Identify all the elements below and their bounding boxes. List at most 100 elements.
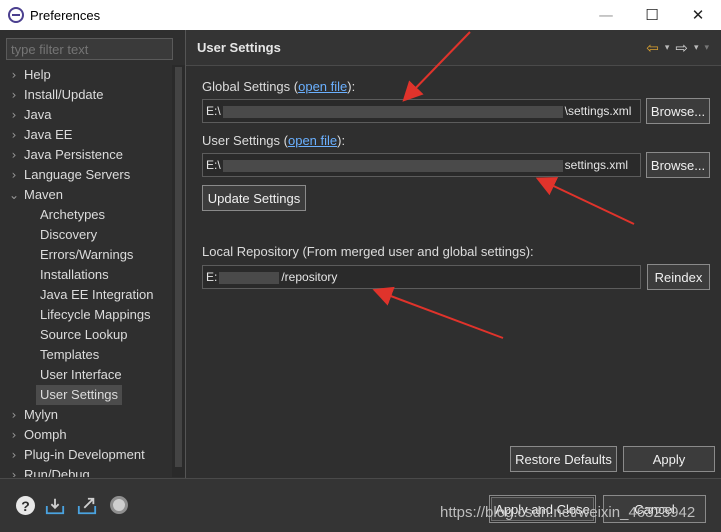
user-path-end: settings.xml (564, 158, 629, 172)
redacted-path (219, 271, 280, 284)
tree-item-label: Discovery (40, 227, 98, 242)
tree-item[interactable]: › Run/Debug (8, 465, 90, 477)
user-open-file-link[interactable]: open file (288, 133, 337, 148)
chevron-right-icon[interactable]: › (8, 445, 20, 465)
tree-item-label: Help (24, 67, 51, 82)
global-settings-label-text: Global Settings ( (202, 79, 299, 94)
forward-arrow-icon[interactable]: ⇨ (675, 39, 688, 57)
page-navigation: ⇦ ▾ ⇨ ▾ ▾ (646, 39, 709, 57)
back-dropdown-icon[interactable]: ▾ (665, 43, 670, 53)
user-settings-label: User Settings (open file): (202, 133, 345, 148)
user-browse-button[interactable]: Browse... (646, 152, 710, 178)
tree-item-label: Source Lookup (40, 327, 128, 342)
update-settings-button[interactable]: Update Settings (202, 185, 306, 211)
chevron-right-icon[interactable]: › (8, 465, 20, 477)
chevron-down-icon[interactable]: ⌄ (8, 185, 20, 205)
tree-item[interactable]: ⌄ Maven (8, 185, 63, 205)
tree-item[interactable]: › Help (8, 65, 51, 85)
global-path-start: E:\ (206, 104, 221, 118)
page-header: User Settings ⇦ ▾ ⇨ ▾ ▾ (186, 30, 721, 66)
tree-scrollbar[interactable] (172, 65, 185, 477)
page-title: User Settings (197, 40, 281, 55)
tree-item-label: Language Servers (24, 167, 131, 182)
tree-item-label: Errors/Warnings (40, 247, 134, 262)
preferences-tree: › Help › Install/Update › Java › Java EE › Java P… (0, 65, 172, 477)
tree-item[interactable]: › Install/Update (8, 85, 104, 105)
window-title: Preferences (30, 7, 101, 23)
redacted-path (222, 159, 563, 172)
redacted-path (222, 105, 563, 118)
tree-item-label: Mylyn (24, 407, 58, 422)
local-repository-field: E: /repository (202, 265, 641, 289)
import-preferences-icon[interactable] (45, 496, 65, 516)
tree-item[interactable]: Java EE Integration (40, 285, 153, 305)
tree-item[interactable]: › Oomph (8, 425, 67, 445)
user-settings-field[interactable]: E:\ settings.xml (202, 153, 641, 177)
tree-item[interactable]: Templates (40, 345, 99, 365)
watermark: https://blog.csdn.net/weixin_46325942 (440, 504, 696, 521)
tree-item[interactable]: Source Lookup (40, 325, 127, 345)
tree-item[interactable]: Archetypes (40, 205, 105, 225)
user-settings-label-suffix: ): (337, 133, 346, 148)
tree-item-label: Java EE Integration (40, 287, 154, 302)
forward-dropdown-icon[interactable]: ▾ (694, 43, 699, 53)
global-browse-button[interactable]: Browse... (646, 98, 710, 124)
tree-item[interactable]: Lifecycle Mappings (40, 305, 151, 325)
tree-item-label: Templates (40, 347, 100, 362)
tree-item[interactable]: › Java EE (8, 125, 73, 145)
tree-item-label: Java (24, 107, 52, 122)
restore-defaults-button[interactable]: Restore Defaults (510, 446, 617, 472)
tree-item[interactable]: Installations (40, 265, 109, 285)
tree-item[interactable]: Errors/Warnings (40, 245, 133, 265)
reindex-button[interactable]: Reindex (647, 264, 710, 290)
apply-button[interactable]: Apply (623, 446, 715, 472)
tree-item[interactable]: Discovery (40, 225, 97, 245)
global-open-file-link[interactable]: open file (298, 79, 347, 94)
record-icon[interactable] (110, 496, 128, 514)
chevron-right-icon[interactable]: › (8, 105, 20, 125)
tree-item[interactable]: › Java (8, 105, 52, 125)
view-menu-icon[interactable]: ▾ (704, 43, 709, 53)
global-settings-label-suffix: ): (347, 79, 356, 94)
tree-item-label: Java Persistence (24, 147, 123, 162)
eclipse-app-icon (8, 7, 24, 23)
tree-item-label: Oomph (24, 427, 67, 442)
scrollbar-thumb[interactable] (175, 67, 182, 467)
help-icon[interactable]: ? (16, 496, 35, 515)
export-preferences-icon[interactable] (77, 496, 97, 516)
tree-item[interactable]: › Language Servers (8, 165, 131, 185)
tree-item-label: Installations (40, 267, 109, 282)
global-settings-field[interactable]: E:\ \settings.xml (202, 99, 641, 123)
tree-item[interactable]: › Java Persistence (8, 145, 123, 165)
tree-item-label: User Interface (40, 367, 122, 382)
tree-item-label: Maven (24, 187, 64, 202)
user-settings-label-text: User Settings ( (202, 133, 288, 148)
tree-item[interactable]: › Mylyn (8, 405, 58, 425)
tree-item-label: User Settings (36, 385, 123, 405)
maximize-icon[interactable]: ☐ (629, 0, 675, 30)
tree-item-label: Archetypes (40, 207, 106, 222)
chevron-right-icon[interactable]: › (8, 165, 20, 185)
close-icon[interactable]: ✕ (675, 0, 721, 30)
tree-item[interactable]: User Settings (36, 385, 123, 405)
chevron-right-icon[interactable]: › (8, 125, 20, 145)
filter-input[interactable] (6, 38, 173, 60)
tree-item[interactable]: User Interface (40, 365, 122, 385)
tree-item-label: Lifecycle Mappings (40, 307, 151, 322)
settings-page: User Settings ⇦ ▾ ⇨ ▾ ▾ Global Settings … (186, 30, 721, 478)
repo-path-end: /repository (281, 270, 338, 284)
minimize-icon[interactable]: — (583, 0, 629, 30)
preferences-navigation: › Help › Install/Update › Java › Java EE › Java P… (0, 30, 185, 478)
chevron-right-icon[interactable]: › (8, 145, 20, 165)
global-path-end: \settings.xml (564, 104, 632, 118)
chevron-right-icon[interactable]: › (8, 405, 20, 425)
chevron-right-icon[interactable]: › (8, 85, 20, 105)
user-path-start: E:\ (206, 158, 221, 172)
tree-item[interactable]: › Plug-in Development (8, 445, 145, 465)
back-arrow-icon[interactable]: ⇦ (646, 39, 659, 57)
chevron-right-icon[interactable]: › (8, 65, 20, 85)
chevron-right-icon[interactable]: › (8, 425, 20, 445)
title-bar: Preferences — ☐ ✕ (0, 0, 721, 30)
window-controls: — ☐ ✕ (583, 0, 721, 30)
tree-item-label: Plug-in Development (24, 447, 145, 462)
